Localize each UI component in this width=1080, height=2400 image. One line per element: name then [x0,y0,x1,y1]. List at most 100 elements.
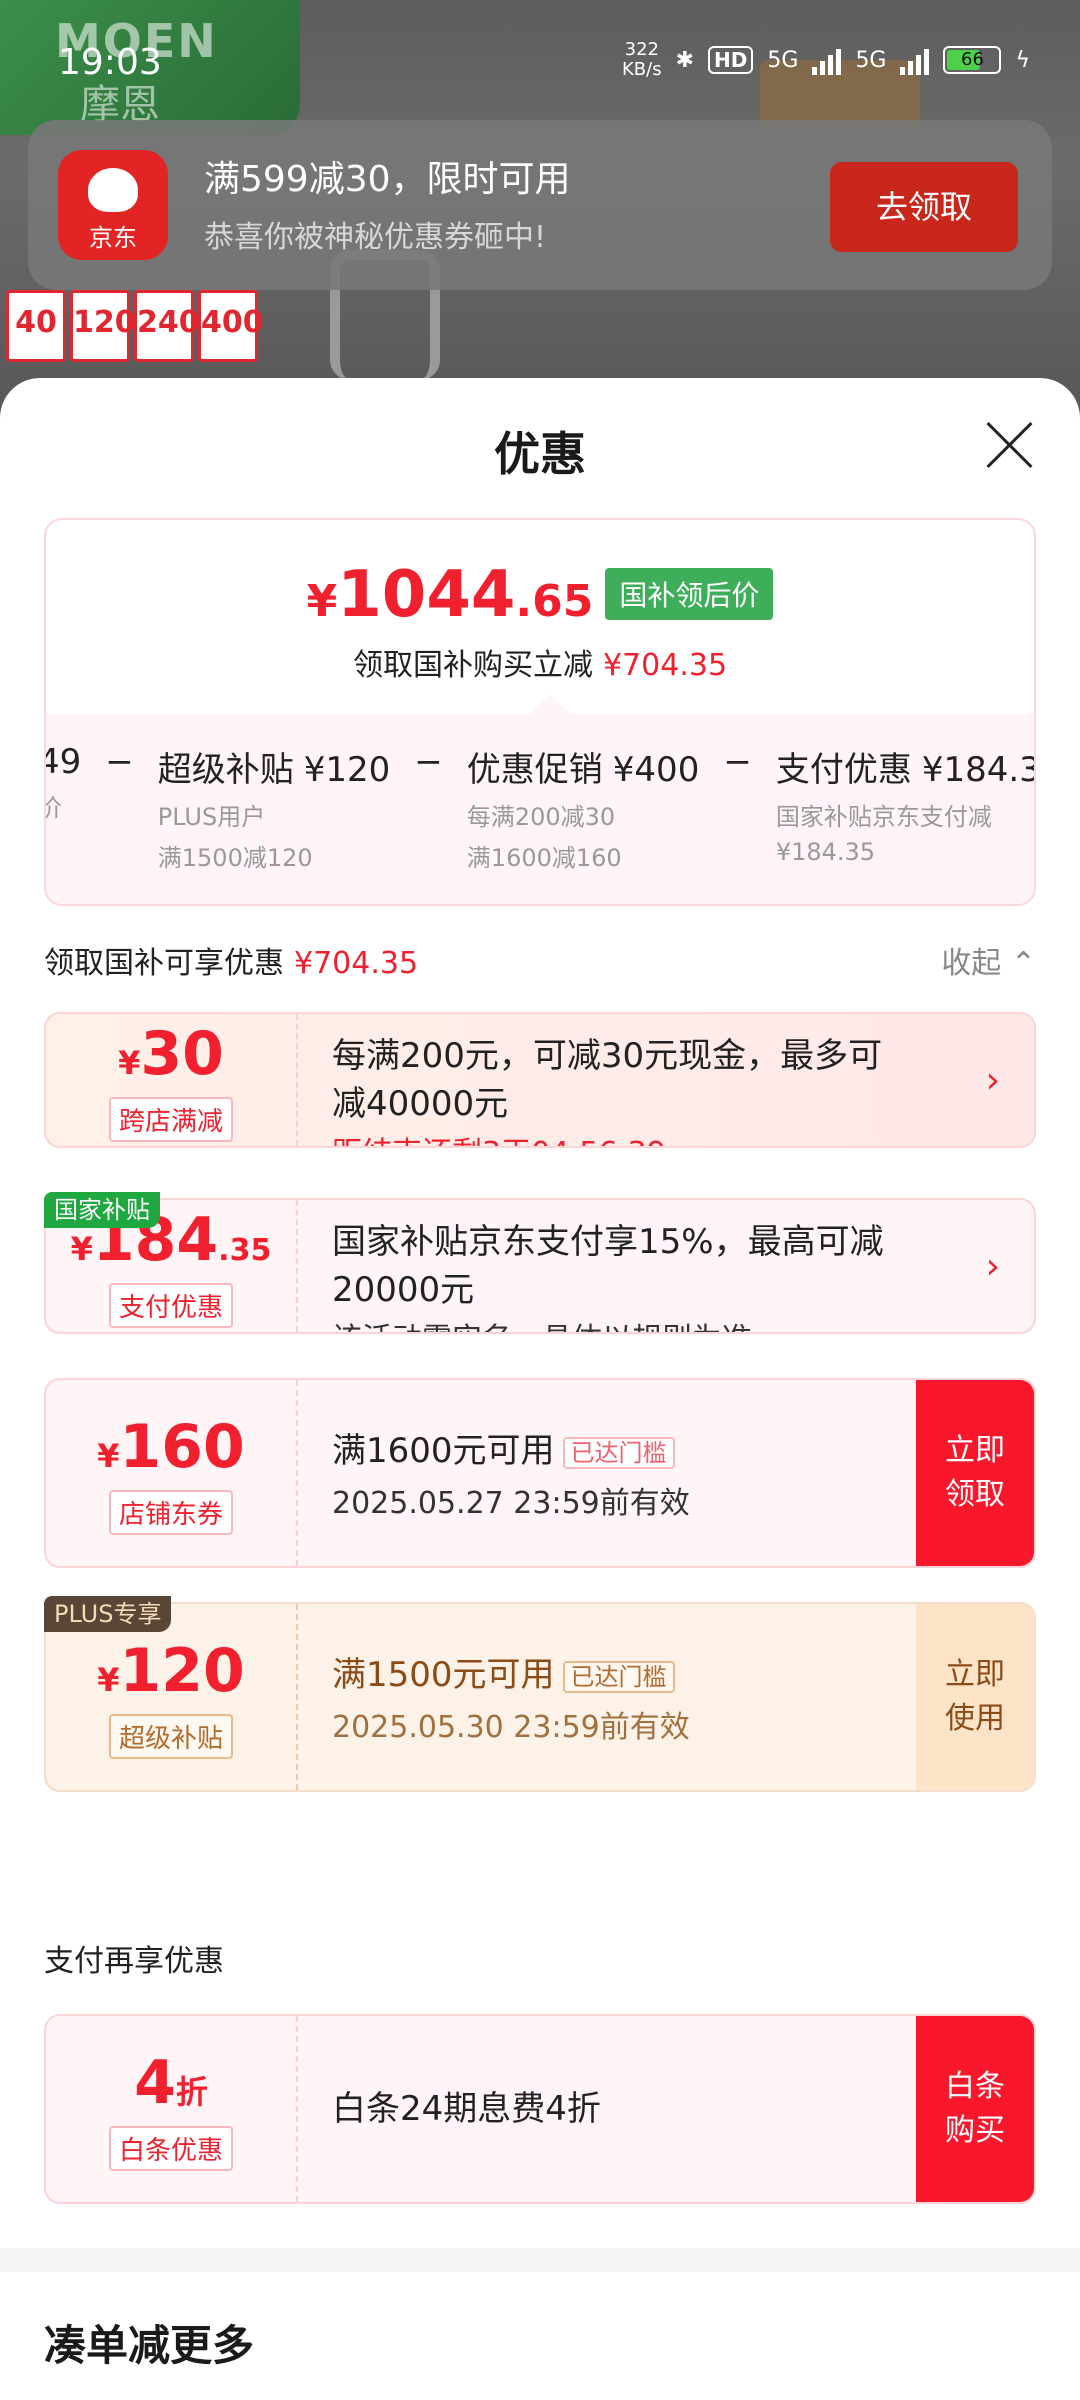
status-time: 19:03 [58,42,162,83]
network-type: 5G [767,47,799,73]
breakdown-item: 超级补贴 ¥120 PLUS用户 满1500减120 [158,742,391,873]
section-divider [0,2248,1080,2272]
sheet-title: 优惠 [494,427,586,481]
chevron-right-icon[interactable]: › [986,1060,1000,1101]
coupon-card[interactable]: ¥184.35 支付优惠 国家补贴京东支付享15%，最高可减20000元 该活动… [44,1198,1036,1334]
minus-sign: − [414,742,443,782]
threshold-reached-tag: 已达门槛 [562,1436,675,1469]
use-coupon-label: 立即使用 [945,1657,1005,1736]
discount-sheet: 优惠 ¥1044.65 国补领后价 领取国补购买立减 ¥704.35 49 价 −… [0,378,1080,2400]
coupon-condition-text: 满1500元可用 [332,1655,555,1695]
final-price: ¥1044.65 [307,558,594,632]
claim-coupon-button[interactable]: 立即领取 [916,1380,1034,1566]
breakdown-sub: 国家补贴京东支付减 [775,803,992,831]
coupon-amount: 4折 [134,2047,208,2118]
collapse-toggle[interactable]: 收起 ⌃ [941,938,1036,982]
reduce-line: 领取国补购买立减 ¥704.35 [46,640,1034,684]
coupon-body: 白条24期息费4折 [332,2084,904,2134]
breakdown-value: ¥184.35 [921,750,1034,790]
coupon-body: 满1600元可用 已达门槛 2025.05.27 23:59前有效 [332,1426,904,1522]
breakdown-head: 优惠促销 [466,750,603,790]
coupon-badge: 120 [70,290,136,362]
coupon-amount: ¥120 [97,1635,245,1706]
reduce-amount: ¥704.35 [602,648,728,683]
breakdown-head: 支付优惠 [775,750,912,790]
subsidy-price-tag: 国补领后价 [605,568,774,620]
signal-icon-2 [900,45,930,75]
use-coupon-button[interactable]: 立即使用 [916,1604,1034,1790]
jd-dog-icon [88,168,138,212]
battery-icon: 66 [943,46,1002,74]
breakdown-sub: PLUS用户 [157,803,266,831]
coupon-badge: 40 [6,290,66,362]
coupon-type: 店铺东券 [108,1489,233,1535]
coupon-badge: 400 [198,290,264,362]
breakdown-sub: 价 [46,788,81,823]
jd-app-icon: 京东 [58,150,168,260]
coupon-card: ¥160 店铺东券 满1600元可用 已达门槛 2025.05.27 23:59前… [44,1378,1036,1568]
app-name: 京东 [89,224,137,252]
breakdown-sub: 每满200减30 [466,803,616,831]
signal-icon [812,45,842,75]
baitiao-buy-button[interactable]: 白条购买 [916,2016,1034,2202]
bluetooth-icon: ✱ [675,47,695,73]
chevron-right-icon[interactable]: › [986,1246,1000,1287]
collapse-label: 收起 [941,946,1002,981]
coupon-description: 每满200元，可减30元现金，最多可减40000元 [332,1036,883,1124]
claim-coupon-label: 立即领取 [945,1433,1005,1512]
breakdown-item: 优惠促销 ¥400 每满200减30 满1600减160 [467,742,700,873]
breakdown-value: ¥120 [303,750,391,790]
coupon-description: 白条24期息费4折 [332,2089,601,2129]
coupon-validity: 2025.05.30 23:59前有效 [332,1709,690,1745]
threshold-reached-tag: 已达门槛 [562,1660,675,1693]
charging-icon: ϟ [1015,47,1030,73]
breakdown-head: 49 [46,742,82,782]
minus-sign: − [105,742,134,782]
coupon-description: 国家补贴京东支付享15%，最高可减20000元 [332,1222,884,1310]
price-currency: ¥ [306,576,338,627]
plus-exclusive-tag: PLUS专享 [44,1596,172,1632]
pay-section-label: 支付再享优惠 [44,1944,224,1979]
close-icon[interactable] [984,420,1034,470]
coupon-body: 国家补贴京东支付享15%，最高可减20000元 该活动需实名，具体以规则为准 [332,1218,914,1332]
claim-button[interactable]: 去领取 [830,162,1018,252]
coupon-amount-area: 4折 白条优惠 [46,2016,298,2202]
coupon-body: 每满200元，可减30元现金，最多可减40000元 距结束还剩3天04:56:3… [332,1032,914,1146]
coupon-type: 白条优惠 [108,2125,233,2171]
status-icons: 322 KB/s ✱ HD 5G 5G 66 ϟ [622,40,1030,80]
discount-breakdown[interactable]: 49 价 − 超级补贴¥120 PLUS用户 满1500减120 − 优惠促销¥… [46,742,1034,873]
status-bar: 19:03 322 KB/s ✱ HD 5G 5G 66 ϟ [0,0,1080,120]
notification-banner[interactable]: 京东 满599减30，限时可用 恭喜你被神秘优惠券砸中! 去领取 [28,120,1052,290]
coupon-condition: 满1600元可用 已达门槛 [332,1426,904,1478]
notification-subtitle: 恭喜你被神秘优惠券砸中! [204,220,547,255]
coupon-countdown: 距结束还剩3天04:56:39 [332,1128,914,1146]
baitiao-buy-label: 白条购买 [945,2069,1005,2148]
coupon-card[interactable]: ¥30 跨店满减 每满200元，可减30元现金，最多可减40000元 距结束还剩… [44,1012,1036,1148]
subsidy-section-header: 领取国补可享优惠 ¥704.35 收起 ⌃ [44,938,1036,982]
section-amount: ¥704.35 [294,946,419,981]
baitiao-coupon-card: 4折 白条优惠 白条24期息费4折 白条购买 [44,2014,1036,2204]
minus-sign: − [723,742,752,782]
breakdown-item: 49 价 [46,742,82,873]
coupon-amount-area: ¥30 跨店满减 [46,1014,298,1146]
reduce-label: 领取国补购买立减 [352,648,593,683]
network-type-2: 5G [855,47,887,73]
coupon-amount-area: ¥160 店铺东券 [46,1380,298,1566]
breakdown-sub: ¥184.35 [775,838,876,866]
more-deals-title: 凑单减更多 [44,2321,255,2370]
breakdown-value: ¥400 [612,750,700,790]
coupon-body: 满1500元可用 已达门槛 2025.05.30 23:59前有效 [332,1650,904,1746]
breakdown-sub: 满1500减120 [157,844,313,872]
coupon-type: 跨店满减 [108,1096,233,1142]
price-summary-card: ¥1044.65 国补领后价 领取国补购买立减 ¥704.35 49 价 − 超级… [44,518,1036,906]
section-label: 领取国补可享优惠 ¥704.35 [44,946,418,981]
price-integer: 1044 [337,558,516,632]
speed-value: 322 [624,39,659,60]
coupon-badges: 40 120 240 400 [6,290,264,362]
section-label-text: 领取国补可享优惠 [44,946,284,981]
coupon-validity: 2025.05.27 23:59前有效 [332,1485,690,1521]
chevron-up-icon: ⌃ [1010,946,1036,981]
coupon-note: 该活动需实名，具体以规则为准 [332,1314,914,1332]
coupon-condition-text: 满1600元可用 [332,1431,555,1471]
speed-unit: KB/s [622,59,662,80]
